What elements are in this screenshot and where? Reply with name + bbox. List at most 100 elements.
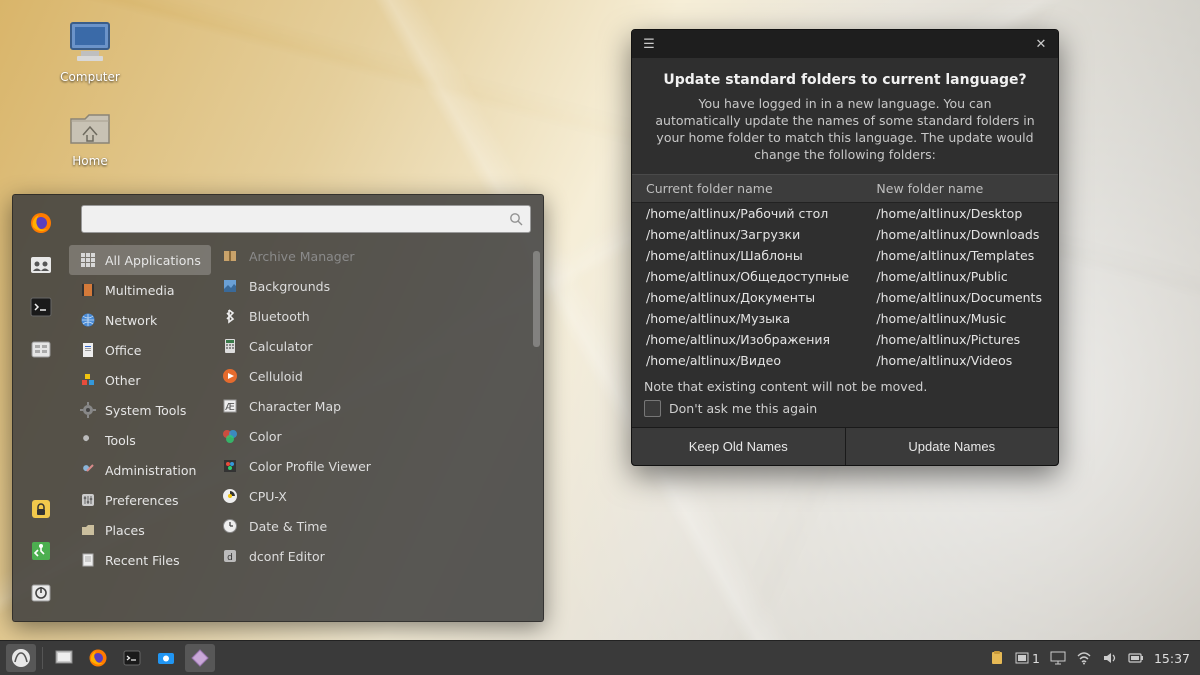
table-row[interactable]: /home/altlinux/Общедоступные/home/altlin… <box>632 266 1058 287</box>
start-menu-button[interactable] <box>6 644 36 672</box>
table-row[interactable]: /home/altlinux/Музыка/home/altlinux/Musi… <box>632 308 1058 329</box>
favorite-firefox[interactable] <box>22 205 60 241</box>
calc-icon <box>221 337 239 355</box>
app-item[interactable]: Archive Manager <box>211 241 529 271</box>
favorite-users[interactable] <box>22 247 60 283</box>
desktop-icon-home[interactable]: Home <box>50 102 130 168</box>
taskbar-terminal[interactable] <box>117 644 147 672</box>
clock-icon <box>221 517 239 535</box>
category-net[interactable]: Network <box>69 305 211 335</box>
svg-text:d: d <box>227 553 233 563</box>
start-menu: All Applications MultimediaNetworkOfficeO… <box>12 194 544 622</box>
app-item[interactable]: ddconf Editor <box>211 541 529 571</box>
power-icon <box>29 581 53 605</box>
category-sys[interactable]: System Tools <box>69 395 211 425</box>
gear-icon <box>79 401 97 419</box>
dont-ask-checkbox[interactable] <box>644 400 661 417</box>
desktop-icon-label: Home <box>50 154 130 168</box>
category-label: Recent Files <box>105 553 180 568</box>
desktop-icon-computer[interactable]: Computer <box>50 18 130 84</box>
application-list: Archive ManagerBackgrounds Bluetooth Calcu… <box>211 241 543 621</box>
category-all[interactable]: All Applications <box>69 245 211 275</box>
archive-icon <box>221 247 239 265</box>
cell-new: /home/altlinux/Music <box>866 308 1058 329</box>
clipboard-icon <box>989 650 1005 666</box>
search-input[interactable] <box>81 205 531 233</box>
wrench2-icon <box>79 461 97 479</box>
desktop-icon-label: Computer <box>50 70 130 84</box>
globe-icon <box>79 311 97 329</box>
cell-new: /home/altlinux/Downloads <box>866 224 1058 245</box>
app-item[interactable]: Celluloid <box>211 361 529 391</box>
grid-icon <box>79 251 97 269</box>
wrench-icon <box>79 431 97 449</box>
tray-sound[interactable] <box>1102 651 1118 665</box>
app-label: Bluetooth <box>249 309 310 324</box>
app-item[interactable]: ÆCharacter Map <box>211 391 529 421</box>
play-icon <box>221 367 239 385</box>
cell-current: /home/altlinux/Видео <box>632 350 866 371</box>
battery-icon <box>1128 651 1144 665</box>
tray-network[interactable] <box>1076 651 1092 665</box>
table-row[interactable]: /home/altlinux/Рабочий стол/home/altlinu… <box>632 202 1058 224</box>
app-item[interactable]: CPU-X <box>211 481 529 511</box>
logout-button[interactable] <box>22 533 60 569</box>
app-item[interactable]: Backgrounds <box>211 271 529 301</box>
taskbar-window-xdg[interactable] <box>185 644 215 672</box>
update-names-button[interactable]: Update Names <box>846 428 1059 465</box>
users-icon <box>29 253 53 277</box>
taskbar-firefox[interactable] <box>83 644 113 672</box>
app-item[interactable]: Calculator <box>211 331 529 361</box>
favorite-terminal[interactable] <box>22 289 60 325</box>
svg-text:Æ: Æ <box>225 402 235 413</box>
dialog-titlebar[interactable]: ☰ ✕ <box>632 30 1058 58</box>
cell-new: /home/altlinux/Pictures <box>866 329 1058 350</box>
show-desktop-icon <box>54 648 74 668</box>
folder-icon <box>79 521 97 539</box>
app-item[interactable]: Color <box>211 421 529 451</box>
color2-icon <box>221 457 239 475</box>
power-button[interactable] <box>22 575 60 611</box>
keep-old-names-button[interactable]: Keep Old Names <box>632 428 846 465</box>
doc-icon <box>79 341 97 359</box>
app-label: Calculator <box>249 339 312 354</box>
lock-screen-button[interactable] <box>22 491 60 527</box>
tray-clipboard[interactable] <box>989 650 1005 666</box>
app-item[interactable]: Date & Time <box>211 511 529 541</box>
app-item[interactable]: Color Profile Viewer <box>211 451 529 481</box>
close-icon[interactable]: ✕ <box>1032 37 1050 52</box>
show-desktop-button[interactable] <box>49 644 79 672</box>
tray-display[interactable] <box>1050 651 1066 665</box>
char-icon: Æ <box>221 397 239 415</box>
tray-workspace[interactable]: 1 <box>1015 651 1040 666</box>
taskbar-screenshot[interactable] <box>151 644 181 672</box>
cinnamon-menu-icon <box>10 647 32 669</box>
cell-current: /home/altlinux/Музыка <box>632 308 866 329</box>
column-header-current[interactable]: Current folder name <box>632 174 866 202</box>
category-mm[interactable]: Multimedia <box>69 275 211 305</box>
scrollbar-thumb[interactable] <box>533 251 540 347</box>
favorite-files[interactable] <box>22 331 60 367</box>
table-row[interactable]: /home/altlinux/Видео/home/altlinux/Video… <box>632 350 1058 371</box>
category-tls[interactable]: Tools <box>69 425 211 455</box>
table-row[interactable]: /home/altlinux/Загрузки/home/altlinux/Do… <box>632 224 1058 245</box>
category-plc[interactable]: Places <box>69 515 211 545</box>
cell-new: /home/altlinux/Templates <box>866 245 1058 266</box>
table-row[interactable]: /home/altlinux/Документы/home/altlinux/D… <box>632 287 1058 308</box>
tray-battery[interactable] <box>1128 651 1144 665</box>
category-adm[interactable]: Administration <box>69 455 211 485</box>
tray-clock[interactable]: 15:37 <box>1154 651 1190 666</box>
category-rec[interactable]: Recent Files <box>69 545 211 575</box>
table-row[interactable]: /home/altlinux/Изображения/home/altlinux… <box>632 329 1058 350</box>
column-header-new[interactable]: New folder name <box>866 174 1058 202</box>
category-oth[interactable]: Other <box>69 365 211 395</box>
app-item[interactable]: Bluetooth <box>211 301 529 331</box>
category-off[interactable]: Office <box>69 335 211 365</box>
table-row[interactable]: /home/altlinux/Шаблоны/home/altlinux/Tem… <box>632 245 1058 266</box>
category-prf[interactable]: Preferences <box>69 485 211 515</box>
bt-icon <box>221 307 239 325</box>
dont-ask-label: Don't ask me this again <box>669 401 817 416</box>
file-manager-icon <box>29 337 53 361</box>
category-label: All Applications <box>105 253 201 268</box>
hamburger-icon[interactable]: ☰ <box>640 37 658 52</box>
